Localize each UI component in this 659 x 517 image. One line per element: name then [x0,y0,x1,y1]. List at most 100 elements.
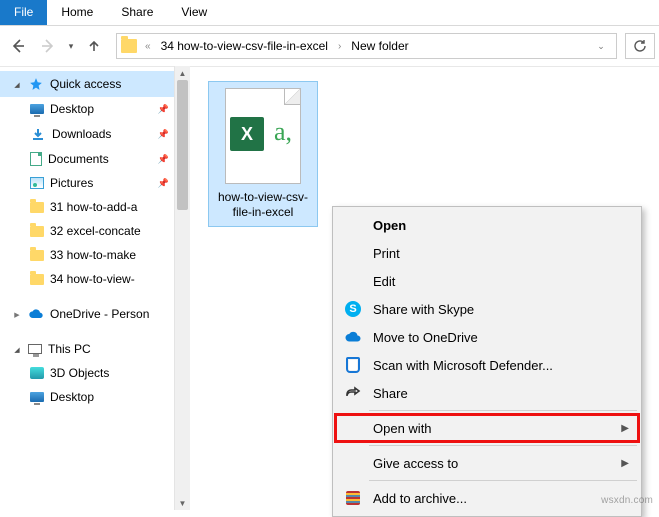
sidebar-item-label: Pictures [50,176,93,190]
breadcrumb-lead: « [141,41,155,52]
menu-item-label: Give access to [373,456,458,471]
blank-icon [343,454,363,472]
blank-icon [343,272,363,290]
sidebar-item-3d-objects[interactable]: 3D Objects [0,361,189,385]
sidebar-item-folder-32[interactable]: 32 excel-concate [0,219,189,243]
breadcrumb-segment-2[interactable]: New folder [349,37,410,55]
menu-item-label: Edit [373,274,395,289]
sidebar-item-folder-34[interactable]: 34 how-to-view- [0,267,189,291]
documents-icon [30,152,42,166]
excel-icon: X [230,117,264,151]
menu-item-give-access[interactable]: Give access to ▶ [335,449,639,477]
sidebar-item-documents[interactable]: Documents 📌 [0,147,189,171]
folder-icon [121,39,137,53]
sidebar-item-desktop-tpc[interactable]: Desktop [0,385,189,409]
sidebar-item-label: Downloads [52,127,111,141]
menu-item-open[interactable]: Open [335,211,639,239]
folder-icon [30,226,44,237]
ribbon-tab-home[interactable]: Home [47,0,107,25]
pin-icon: 📌 [158,104,169,115]
sidebar-item-label: Documents [48,152,109,166]
submenu-arrow-icon: ▶ [621,423,629,434]
3d-objects-icon [30,367,44,379]
menu-item-share-skype[interactable]: S Share with Skype [335,295,639,323]
sidebar-item-quick-access[interactable]: Quick access [0,71,189,97]
ribbon-tab-view[interactable]: View [167,0,221,25]
file-thumbnail: X a, [225,88,301,184]
share-icon [343,384,363,402]
menu-item-label: Open [373,218,406,233]
sidebar-item-label: 34 how-to-view- [50,272,135,286]
sidebar-item-desktop[interactable]: Desktop 📌 [0,97,189,121]
menu-item-label: Share [373,386,408,401]
file-tile-selected[interactable]: X a, how-to-view-csv-file-in-excel [208,81,318,227]
sidebar-item-folder-33[interactable]: 33 how-to-make [0,243,189,267]
watermark: wsxdn.com [601,495,653,506]
folder-icon [30,250,44,261]
sidebar-item-label: OneDrive - Person [50,307,149,321]
expander-icon[interactable] [12,79,22,89]
sidebar-scrollbar[interactable]: ▲ ▼ [174,66,190,510]
menu-item-open-with[interactable]: Open with ▶ [335,414,639,442]
back-button[interactable] [4,32,32,60]
menu-item-label: Scan with Microsoft Defender... [373,358,553,373]
submenu-arrow-icon: ▶ [621,458,629,469]
desktop-icon [30,104,44,114]
chevron-right-icon[interactable]: › [334,41,345,52]
ribbon-tab-share[interactable]: Share [107,0,167,25]
breadcrumb-segment-1[interactable]: 34 how-to-view-csv-file-in-excel [159,37,330,55]
context-menu: Open Print Edit S Share with Skype Move … [332,206,642,517]
defender-icon [343,356,363,374]
pin-icon: 📌 [158,154,169,165]
refresh-button[interactable] [625,33,655,59]
up-button[interactable] [80,32,108,60]
sidebar-item-folder-31[interactable]: 31 how-to-add-a [0,195,189,219]
sidebar-item-label: 3D Objects [50,366,109,380]
sidebar-item-label: 33 how-to-make [50,248,136,262]
pictures-icon [30,177,44,189]
blank-icon [343,244,363,262]
menu-separator [369,410,637,411]
menu-item-add-archive[interactable]: Add to archive... [335,484,639,512]
menu-separator [369,480,637,481]
scroll-thumb[interactable] [177,80,188,210]
navigation-pane: Quick access Desktop 📌 Downloads 📌 Docum… [0,67,190,510]
pin-icon: 📌 [158,129,169,140]
expander-icon[interactable] [12,309,22,319]
blank-icon [343,419,363,437]
sidebar-item-label: Desktop [50,390,94,404]
folder-icon [30,202,44,213]
ribbon: File Home Share View [0,0,659,26]
expander-icon[interactable] [12,344,22,354]
menu-item-label: Move to OneDrive [373,330,478,345]
scroll-up-icon[interactable]: ▲ [175,66,190,80]
sidebar-item-label: This PC [48,342,91,356]
star-icon [28,76,44,92]
csv-glyph: a, [274,117,292,147]
scroll-down-icon[interactable]: ▼ [175,496,190,510]
menu-item-label: Open with [373,421,432,436]
file-name-label: how-to-view-csv-file-in-excel [215,190,311,220]
onedrive-icon [343,328,363,346]
navigation-bar: ▾ « 34 how-to-view-csv-file-in-excel › N… [0,26,659,66]
address-dropdown[interactable]: ⌄ [590,41,612,52]
recent-locations-dropdown[interactable]: ▾ [64,41,78,52]
menu-item-label: Add to archive... [373,491,467,506]
sidebar-item-onedrive[interactable]: OneDrive - Person [0,301,189,327]
pin-icon: 📌 [158,178,169,189]
ribbon-tab-file[interactable]: File [0,0,47,25]
menu-item-label: Share with Skype [373,302,474,317]
menu-item-share[interactable]: Share [335,379,639,407]
sidebar-item-pictures[interactable]: Pictures 📌 [0,171,189,195]
address-bar[interactable]: « 34 how-to-view-csv-file-in-excel › New… [116,33,617,59]
menu-item-edit[interactable]: Edit [335,267,639,295]
sidebar-item-this-pc[interactable]: This PC [0,337,189,361]
menu-item-scan-defender[interactable]: Scan with Microsoft Defender... [335,351,639,379]
sidebar-item-label: Desktop [50,102,94,116]
menu-item-label: Print [373,246,400,261]
forward-button[interactable] [34,32,62,60]
sidebar-item-downloads[interactable]: Downloads 📌 [0,121,189,147]
desktop-icon [30,392,44,402]
menu-item-move-onedrive[interactable]: Move to OneDrive [335,323,639,351]
menu-item-print[interactable]: Print [335,239,639,267]
